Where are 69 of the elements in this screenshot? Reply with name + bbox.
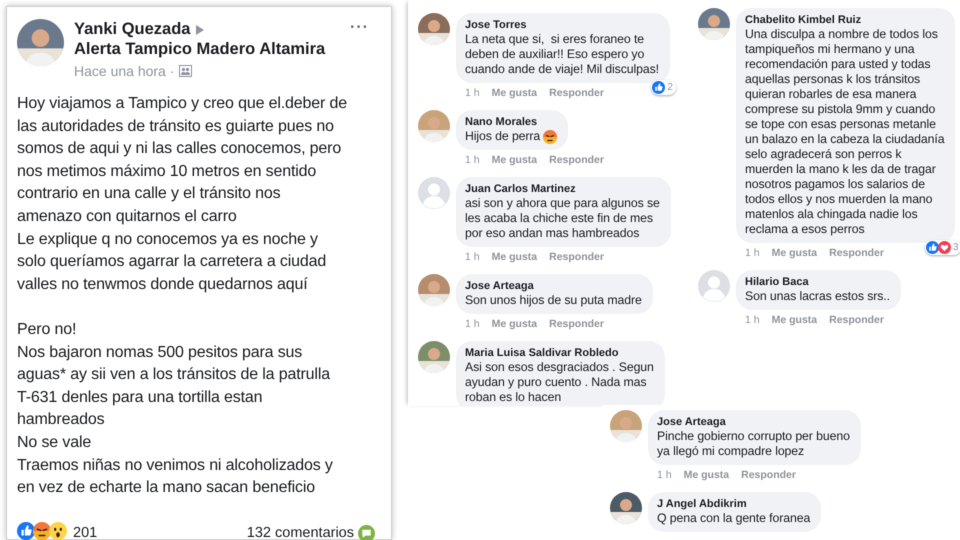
comment-time: 1 h [657, 469, 672, 483]
reply-link[interactable]: Responder [829, 314, 884, 328]
comment-text: Son unas lacras estos srs.. [745, 289, 890, 304]
author-name[interactable]: Yanki Quezada [74, 19, 190, 39]
reply-link[interactable]: Responder [549, 318, 604, 332]
commenter-name[interactable]: Chabelito Kimbel Ruiz [745, 13, 944, 27]
reply-link[interactable]: Responder [741, 469, 796, 483]
comment-text: asi son y ahora que para algunos se les acaba la chiche este fin de mes por eso andan mas hambreados [465, 196, 660, 241]
reply-link[interactable]: Responder [549, 87, 604, 101]
post-text: Pero no! Nos bajaron nomas 500 pesitos para sus aguas* ay sii ven a los tránsitos de la patrulla T-631 denles para una tortilla estan hambreados No se vale Traemos niñas no venimos ni alcoholizados y en vez de echarte la mano sacan beneficio [17, 320, 334, 498]
like-icon [926, 241, 939, 254]
reaction-count: 3 [952, 242, 958, 253]
separator-dot: · [170, 63, 175, 79]
like-icon [652, 81, 666, 94]
avatar [418, 274, 450, 306]
comment-time: 1 h [465, 318, 480, 332]
comment-time: 1 h [465, 87, 480, 101]
wow-face-icon [49, 522, 67, 540]
commenter-name[interactable]: Hilario Baca [745, 275, 890, 289]
avatar [698, 270, 730, 302]
comments-link[interactable]: 132 comentarios [246, 525, 354, 540]
comment-text: Una disculpa a nombre de todos los tampiqueños mi hermano y una recomendación para usted y todas aquellas personas k los tránsitos quieran robarles de esa manera comprese su pistola 9mm y cuando se tope con esas personas metanle un balazo en la cabeza la ciudadanía selo agradecerá son perros k muerden la mano k les da de tragar nosotros pagamos los salarios de todos ellos y nos muerden la mano matenlos ala chingada nadie los reclama a esos perros [745, 27, 944, 237]
like-link[interactable]: Me gusta [772, 314, 818, 328]
group-icon [178, 65, 192, 77]
reply-link[interactable]: Responder [549, 154, 604, 168]
reaction-badge[interactable]: 2 [651, 80, 676, 95]
avatar [418, 341, 450, 373]
comment-text: Asi son esos desgraciados . Segun ayudan y puro cuento . Nada mas roban es lo hacen [465, 360, 654, 405]
commenter-name[interactable]: Jose Torres [465, 18, 659, 32]
comment-text: Hijos de perra [465, 129, 540, 144]
group-name[interactable]: Alerta Tampico Madero Altamira [74, 39, 326, 59]
like-link[interactable]: Me gusta [492, 154, 538, 168]
avatar [698, 8, 730, 40]
angry-face-icon [543, 130, 558, 144]
caret-icon [196, 24, 204, 35]
reaction-count[interactable]: 201 [73, 525, 98, 540]
reaction-count: 2 [667, 82, 673, 93]
angry-face-icon [33, 522, 51, 540]
comment-time: 1 h [745, 314, 760, 328]
reply-link[interactable]: Responder [829, 247, 884, 261]
commenter-name[interactable]: Jose Arteaga [465, 279, 642, 293]
more-menu-button[interactable]: ··· [346, 19, 373, 37]
comment-text: Q pena con la gente foranea [657, 511, 810, 526]
commenter-name[interactable]: J Angel Abdikrim [657, 497, 810, 511]
reaction-badge[interactable]: 3 [924, 240, 960, 255]
avatar [418, 13, 450, 45]
post-text: Hoy viajamos a Tampico y creo que el.deber de las autoridades de tránsito es guiarte pues no somos de aqui y ni las calles conocemos, pero nos metimos máximo 10 metros en sentido contrario en una calle y el tránsito nos amenazo con quitarnos el carro Le explique q no conocemos ya es noche y solo queríamos agarrar la carretera a ciudad valles no tenwmos donde quedarnos aquí [17, 94, 348, 295]
avatar [610, 410, 642, 442]
avatar [610, 492, 642, 524]
reply-link[interactable]: Responder [549, 251, 604, 265]
avatar [17, 19, 64, 66]
avatar [418, 110, 450, 142]
like-link[interactable]: Me gusta [492, 251, 538, 265]
like-link[interactable]: Me gusta [492, 87, 538, 101]
comment-time: 1 h [745, 247, 760, 261]
like-link[interactable]: Me gusta [684, 469, 730, 483]
like-link[interactable]: Me gusta [492, 318, 538, 332]
commenter-name[interactable]: Nano Morales [465, 115, 558, 129]
commenter-name[interactable]: Jose Arteaga [657, 415, 850, 429]
comment-time: 1 h [465, 154, 480, 168]
comment-text: La neta que si, si eres foraneo te deben de auxiliar!! Eso espero yo cuando ande de viaje! Mil disculpas! [465, 32, 659, 77]
post-time[interactable]: Hace una hora [74, 63, 166, 79]
comment-text: Pinche gobierno corrupto per bueno ya llegó mi compadre lopez [657, 429, 850, 459]
avatar [418, 177, 450, 209]
commenter-name[interactable]: Maria Luisa Saldivar Robledo [465, 346, 654, 360]
like-link[interactable]: Me gusta [772, 247, 818, 261]
comment-text: Son unos hijos de su puta madre [465, 293, 642, 308]
commenter-name[interactable]: Juan Carlos Martinez [465, 182, 660, 196]
comment-time: 1 h [465, 251, 480, 265]
